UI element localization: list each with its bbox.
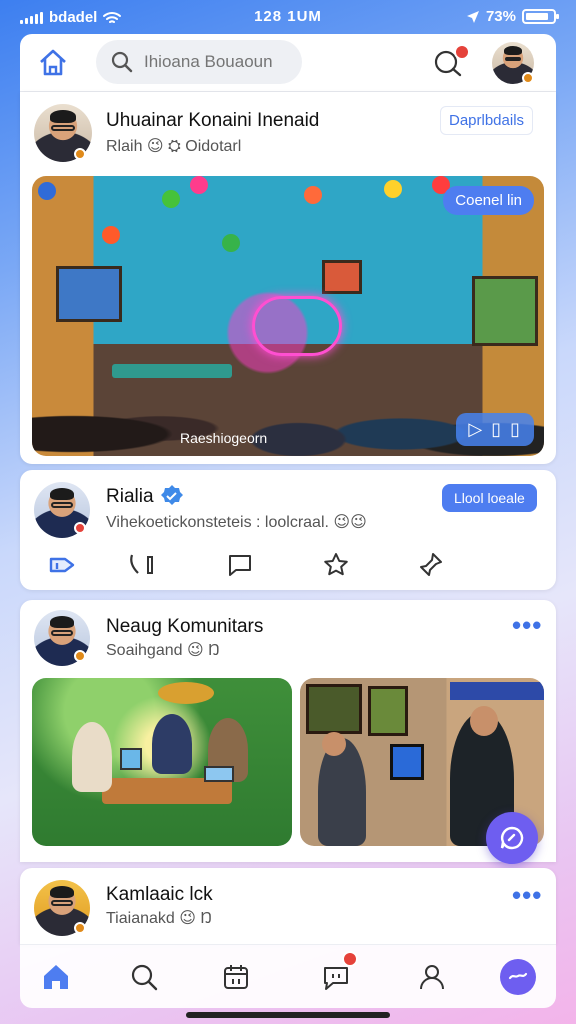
battery-icon xyxy=(522,9,559,24)
tab-search[interactable] xyxy=(124,957,164,997)
tab-messages[interactable] xyxy=(316,951,358,997)
status-right: 73% xyxy=(466,8,559,25)
share-button[interactable] xyxy=(44,550,80,580)
verified-badge-icon xyxy=(74,650,86,662)
bookmark-button[interactable] xyxy=(412,550,448,580)
tab-calendar[interactable] xyxy=(216,957,256,997)
details-link[interactable]: Daprlbdails xyxy=(440,106,534,135)
battery-label: 73% xyxy=(485,8,516,25)
calendar-icon xyxy=(224,965,248,989)
home-icon xyxy=(44,965,68,989)
post-card-4: Kamlaaic lck Tiaianakd 😉 Ŋ ••• xyxy=(20,868,556,944)
photo-action-button[interactable]: Coenel lin xyxy=(443,186,534,215)
more-options-button[interactable]: ••• xyxy=(512,612,542,638)
chat-plus-icon xyxy=(500,826,524,850)
more-options-button[interactable]: ••• xyxy=(512,882,542,908)
action-bar xyxy=(20,542,556,588)
photo-caption: Raeshiogeorn xyxy=(180,430,268,446)
post-photo-cafe[interactable]: Coenel lin Raeshiogeorn ▷ ▯ ▯ xyxy=(32,176,544,456)
user-icon xyxy=(420,965,444,990)
more-icon xyxy=(500,959,536,995)
phone-icon xyxy=(130,554,153,574)
comment-button[interactable] xyxy=(222,550,258,580)
home-indicator xyxy=(186,1012,390,1018)
favorite-button[interactable] xyxy=(318,550,354,580)
author-name[interactable]: Uhuainar Konaini Inenaid xyxy=(106,110,319,132)
post-card-2: Rialia Vihekoetickonsteteis : loolcraal.… xyxy=(20,470,556,590)
search-bar[interactable] xyxy=(96,40,302,84)
post-meta: Soaihgand 😉 Ŋ xyxy=(106,642,220,659)
post-card-1: Uhuainar Konaini Inenaid Rlaih 😉 ⛭ Oidot… xyxy=(20,92,556,464)
messages-badge xyxy=(342,951,358,967)
pin-icon xyxy=(420,553,442,576)
status-bar: bdadel 128 1UM 73% xyxy=(0,0,576,34)
comment-icon xyxy=(229,555,251,576)
author-name[interactable]: Neaug Komunitars xyxy=(106,616,263,638)
house-icon xyxy=(40,49,66,76)
star-icon xyxy=(324,553,348,576)
search-icon xyxy=(131,964,158,991)
location-icon xyxy=(466,10,479,23)
status-badge-icon xyxy=(74,522,86,534)
share-icon xyxy=(49,557,75,573)
home-button[interactable] xyxy=(36,46,70,80)
search-icon xyxy=(111,51,133,73)
post-card-3: Neaug Komunitars Soaihgand 😉 Ŋ ••• xyxy=(20,600,556,864)
author-name[interactable]: Rialia xyxy=(106,486,154,508)
post-meta: Vihekoetickonsteteis : loolcraal. 😉😉 xyxy=(106,514,367,531)
post-photo-game-night[interactable] xyxy=(32,678,292,846)
tab-more[interactable] xyxy=(498,957,538,997)
tab-profile[interactable] xyxy=(412,957,452,997)
app-header xyxy=(20,34,556,92)
bottom-tab-bar xyxy=(20,944,556,1008)
call-button[interactable] xyxy=(124,550,160,580)
post-meta: Rlaih 😉 ⛭ Oidotarl xyxy=(106,138,242,155)
notifications-button[interactable] xyxy=(432,44,470,78)
follow-button[interactable]: Llool loeale xyxy=(442,484,537,512)
verified-icon xyxy=(161,485,183,505)
play-button[interactable]: ▷ ▯ ▯ xyxy=(456,413,534,446)
author-name[interactable]: Kamlaaic lck xyxy=(106,884,213,906)
compose-fab[interactable] xyxy=(486,812,538,864)
verified-badge-icon xyxy=(74,922,86,934)
post-meta: Tiaianakd 😉 Ŋ xyxy=(106,910,212,927)
verified-badge-icon xyxy=(74,148,86,160)
verified-badge-icon xyxy=(522,72,534,84)
notification-badge xyxy=(454,44,470,60)
search-input[interactable] xyxy=(144,52,294,72)
tab-home[interactable] xyxy=(36,957,76,997)
